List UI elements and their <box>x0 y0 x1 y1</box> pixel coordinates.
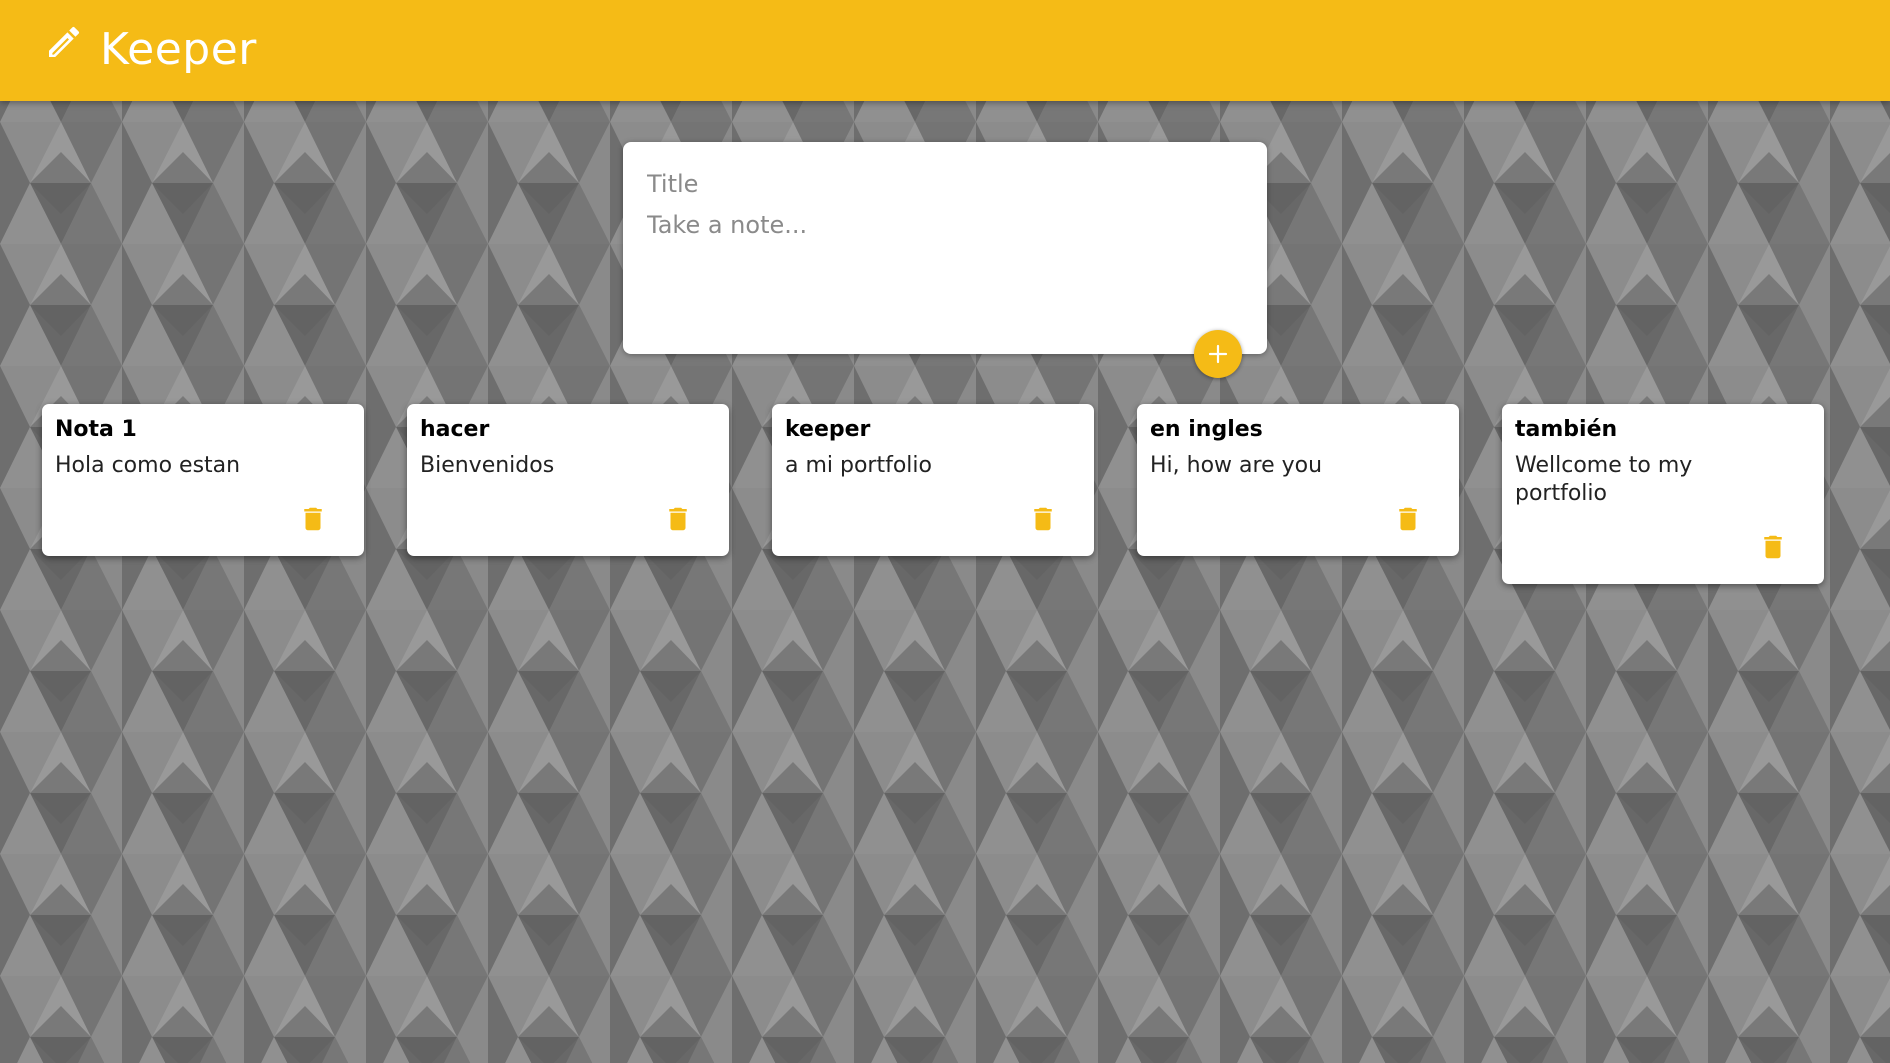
delete-note-button[interactable] <box>1758 530 1788 564</box>
note-card: también Wellcome to my portfolio <box>1502 404 1824 584</box>
trash-icon <box>1034 507 1052 531</box>
note-card: hacer Bienvenidos <box>407 404 729 556</box>
app-title: Keeper <box>100 24 257 75</box>
trash-icon <box>1399 507 1417 531</box>
note-title-input[interactable] <box>647 166 1243 202</box>
trash-icon <box>669 507 687 531</box>
note-content: Wellcome to my portfolio <box>1515 453 1693 506</box>
note-title: en ingles <box>1150 417 1263 442</box>
trash-icon <box>304 507 322 531</box>
note-content: Hola como estan <box>55 453 241 478</box>
delete-note-button[interactable] <box>663 502 693 536</box>
trash-icon <box>1764 535 1782 559</box>
note-content: Bienvenidos <box>420 453 555 478</box>
pencil-icon <box>49 26 80 57</box>
add-note-button[interactable] <box>1194 330 1242 378</box>
delete-note-button[interactable] <box>1393 502 1423 536</box>
app-header: Keeper <box>0 0 1890 101</box>
delete-note-button[interactable] <box>1028 502 1058 536</box>
note-content: a mi portfolio <box>785 453 932 478</box>
note-card: keeper a mi portfolio <box>772 404 1094 556</box>
note-title: keeper <box>785 417 871 442</box>
note-title: Nota 1 <box>55 417 137 442</box>
note-title: también <box>1515 417 1618 442</box>
note-content: Hi, how are you <box>1150 453 1323 478</box>
delete-note-button[interactable] <box>298 502 328 536</box>
note-composer <box>623 142 1267 354</box>
note-content-input[interactable] <box>647 208 1243 328</box>
note-card: Nota 1 Hola como estan <box>42 404 364 556</box>
note-card: en ingles Hi, how are you <box>1137 404 1459 556</box>
note-title: hacer <box>420 417 490 442</box>
plus-icon <box>1208 344 1228 364</box>
